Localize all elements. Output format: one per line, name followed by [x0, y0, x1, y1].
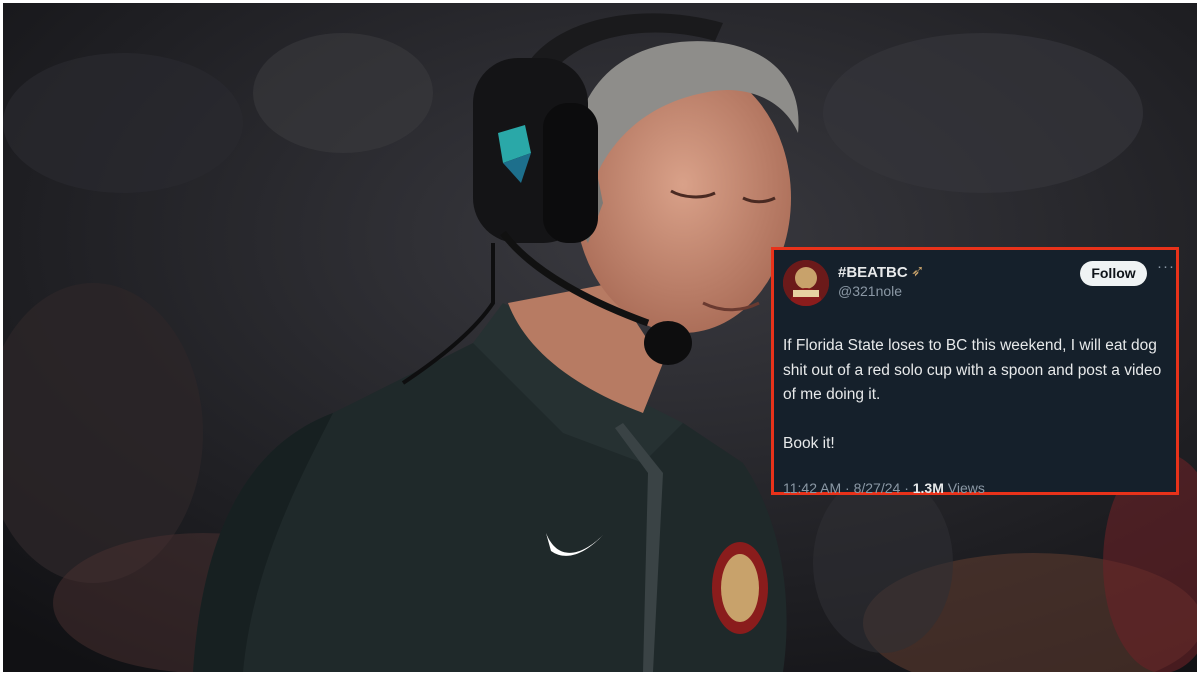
views-count: 1.3M	[912, 480, 944, 496]
tweet-time[interactable]: 11:42 AM	[783, 480, 841, 496]
user-handle[interactable]: @321nole	[838, 283, 902, 299]
avatar[interactable]	[783, 260, 829, 306]
meta-separator: ·	[845, 480, 850, 496]
tweet-text: If Florida State loses to BC this weeken…	[783, 334, 1173, 480]
tweet-meta: 11:42 AM · 8/27/24 · 1.3M Views	[783, 480, 985, 496]
follow-button[interactable]: Follow	[1080, 261, 1147, 286]
tweet-paragraph: If Florida State loses to BC this weeken…	[783, 337, 1162, 403]
views-label: Views	[947, 480, 985, 496]
spear-icon: ➶	[911, 263, 925, 280]
tweet-paragraph: Book it!	[783, 434, 835, 452]
embedded-tweet-card: #BEATBC ➶ @321nole Follow ··· If Florida…	[771, 247, 1179, 496]
more-icon[interactable]: ···	[1157, 258, 1175, 275]
display-name[interactable]: #BEATBC	[838, 264, 908, 281]
meta-separator: ·	[904, 480, 909, 496]
tweet-date[interactable]: 8/27/24	[854, 480, 901, 496]
